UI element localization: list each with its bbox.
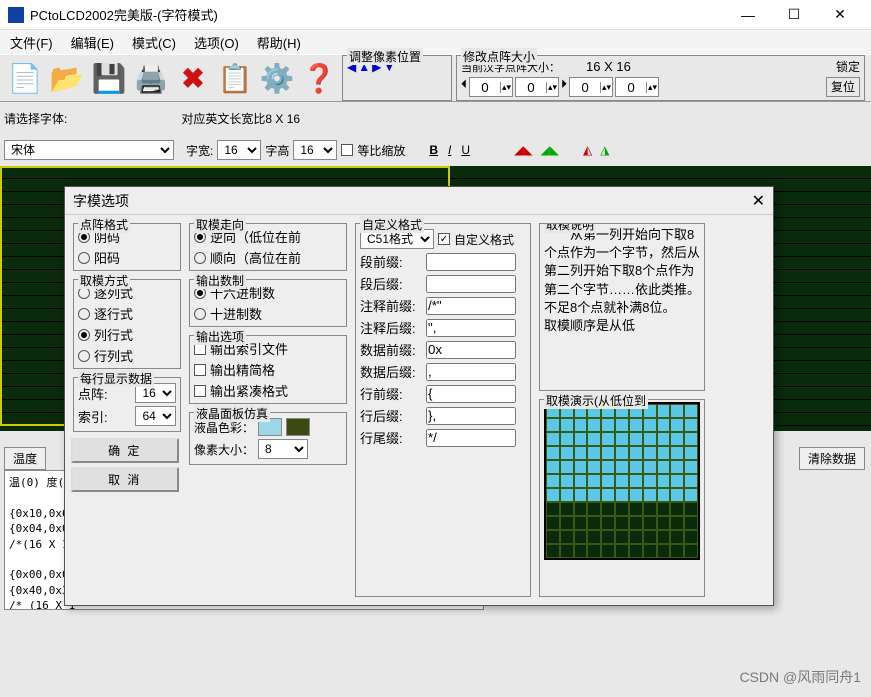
window-title: PCtoLCD2002完美版-(字符模式) <box>30 5 725 24</box>
lock-label[interactable]: 锁定 <box>836 58 860 75</box>
description-text: 从第一列开始向下取8个点作为一个字节，然后从第二列开始下取8个点作为第二个字节…… <box>544 226 700 335</box>
en-ratio-label: 对应英文长宽比8 X 16 <box>181 110 300 127</box>
bold-button[interactable]: B <box>429 143 438 157</box>
custom-fmt-checkbox[interactable]: ✓ <box>438 233 450 245</box>
font-width-select[interactable]: 16 <box>217 140 261 160</box>
data-suffix-input[interactable] <box>426 363 516 381</box>
underline-button[interactable]: U <box>461 143 470 157</box>
menu-bar: 文件(F) 编辑(E) 模式(C) 选项(O) 帮助(H) <box>0 30 871 54</box>
matrix-size-group: 修改点阵大小 当前汉字点阵大小： 16 X 16 锁定 ⏴ ▴▾ ▴▾ ⏵ ▴▾… <box>456 55 865 101</box>
m2[interactable]: 逐行式 <box>78 303 176 324</box>
d2[interactable]: 顺向（高位在前 <box>194 247 342 268</box>
title-bar: PCtoLCD2002完美版-(字符模式) — ☐ ✕ <box>0 0 871 30</box>
font-height-label: 字高 <box>265 142 289 159</box>
open-icon[interactable]: 📂 <box>47 58 87 98</box>
new-icon[interactable]: 📄 <box>5 58 45 98</box>
r2[interactable]: 十进制数 <box>194 303 342 324</box>
demo-grid <box>544 402 700 560</box>
menu-help[interactable]: 帮助(H) <box>257 33 301 52</box>
spinner-3[interactable]: ▴▾ <box>569 77 613 97</box>
direction-group: 取模走向 逆向（低位在前 顺向（高位在前 <box>189 223 347 271</box>
m3[interactable]: 列行式 <box>78 324 176 345</box>
reset-button[interactable]: 复位 <box>826 77 860 97</box>
seg-prefix-input[interactable] <box>426 253 516 271</box>
spinner-4[interactable]: ▴▾ <box>615 77 659 97</box>
line-tail-input[interactable] <box>426 429 516 447</box>
method-group: 取模方式 逐列式 逐行式 列行式 行列式 <box>73 279 181 369</box>
lcd-group: 液晶面板仿真 液晶色彩： 像素大小： 8 <box>189 412 347 465</box>
data-prefix-input[interactable] <box>426 341 516 359</box>
font-height-select[interactable]: 16 <box>293 140 337 160</box>
opt-pos[interactable]: 阳码 <box>78 247 176 268</box>
font-option-dialog: 字模选项 ✕ 点阵格式 阴码 阳码 取模方式 逐列式 逐行式 列行式 行列式 每… <box>64 186 774 606</box>
close-button[interactable]: ✕ <box>817 0 863 30</box>
doc-icon[interactable]: 📋 <box>215 58 255 98</box>
output-group: 输出选项 输出索引文件 输出精简格 输出紧凑格式 <box>189 335 347 404</box>
description-group: 取模说明 从第一列开始向下取8个点作为一个字节，然后从第二列开始下取8个点作为第… <box>539 223 705 391</box>
font-select[interactable]: 宋体 <box>4 140 174 160</box>
app-icon <box>8 7 24 23</box>
help-icon[interactable]: ❓ <box>299 58 339 98</box>
rotate-icon-1[interactable]: ◢◣ <box>514 143 532 157</box>
lcd-color-off[interactable] <box>286 418 310 436</box>
menu-mode[interactable]: 模式(C) <box>132 33 176 52</box>
italic-button[interactable]: I <box>448 143 451 157</box>
comment-prefix-input[interactable] <box>426 297 516 315</box>
line-prefix-input[interactable] <box>426 385 516 403</box>
select-font-label: 请选择字体: <box>4 110 67 127</box>
spinner-2[interactable]: ▴▾ <box>515 77 559 97</box>
dialog-title: 字模选项 <box>73 191 752 211</box>
font-row-2: 宋体 字宽: 16 字高 16 等比缩放 B I U ◢◣ ◢◣ ◭ ◮ <box>0 134 871 166</box>
seg-suffix-input[interactable] <box>426 275 516 293</box>
line-suffix-input[interactable] <box>426 407 516 425</box>
cur-size-value: 16 X 16 <box>586 59 631 74</box>
rotate-icon-2[interactable]: ◢◣ <box>541 143 559 157</box>
radix-group: 输出数制 十六进制数 十进制数 <box>189 279 347 327</box>
minimize-button[interactable]: — <box>725 0 771 30</box>
ok-button[interactable]: 确 定 <box>71 438 179 463</box>
menu-edit[interactable]: 编辑(E) <box>71 33 114 52</box>
clear-data-button[interactable]: 清除数据 <box>799 447 865 470</box>
width-spinner[interactable]: ▴▾ <box>469 77 513 97</box>
main-toolbar: 📄 📂 💾 🖨️ ✖ 📋 ⚙️ ❓ 调整像素位置 ◀ ▲ ▶ ▼ 修改点阵大小 … <box>0 54 871 102</box>
m4[interactable]: 行列式 <box>78 345 176 366</box>
save-icon[interactable]: 💾 <box>89 58 129 98</box>
flip-icon-2[interactable]: ◮ <box>600 143 609 157</box>
delete-icon[interactable]: ✖ <box>173 58 213 98</box>
expand-h-icon[interactable]: ⏵ <box>561 77 567 97</box>
eq-scale-label: 等比缩放 <box>357 142 405 159</box>
format-group: 点阵格式 阴码 阳码 <box>73 223 181 271</box>
flip-icon-1[interactable]: ◭ <box>583 143 592 157</box>
font-row: 请选择字体: 对应英文长宽比8 X 16 <box>0 102 871 134</box>
o3[interactable]: 输出紧凑格式 <box>194 380 342 401</box>
maximize-button[interactable]: ☐ <box>771 0 817 30</box>
menu-option[interactable]: 选项(O) <box>194 33 239 52</box>
o2[interactable]: 输出精简格 <box>194 359 342 380</box>
comment-suffix-input[interactable] <box>426 319 516 337</box>
temperature-button[interactable]: 温度 <box>4 447 46 470</box>
dialog-titlebar: 字模选项 ✕ <box>65 187 773 215</box>
custom-format-group: 自定义格式 C51格式 ✓ 自定义格式 段前缀: 段后缀: 注释前缀: 注释后缀… <box>355 223 531 597</box>
cancel-button[interactable]: 取 消 <box>71 467 179 492</box>
settings-icon[interactable]: ⚙️ <box>257 58 297 98</box>
shrink-h-icon[interactable]: ⏴ <box>461 77 467 97</box>
idx-select[interactable]: 64 <box>135 406 176 426</box>
watermark: CSDN @风雨同舟1 <box>739 667 861 687</box>
demo-group: 取模演示(从低位到 <box>539 399 705 597</box>
line-display-group: 每行显示数据 点阵:16 索引:64 <box>73 377 181 432</box>
print-icon[interactable]: 🖨️ <box>131 58 171 98</box>
pixel-size-select[interactable]: 8 <box>258 439 308 459</box>
pixel-adjust-group: 调整像素位置 ◀ ▲ ▶ ▼ <box>342 55 452 101</box>
eq-scale-checkbox[interactable] <box>341 144 353 156</box>
dialog-close-button[interactable]: ✕ <box>752 191 765 211</box>
font-width-label: 字宽: <box>186 142 213 159</box>
menu-file[interactable]: 文件(F) <box>10 33 53 52</box>
